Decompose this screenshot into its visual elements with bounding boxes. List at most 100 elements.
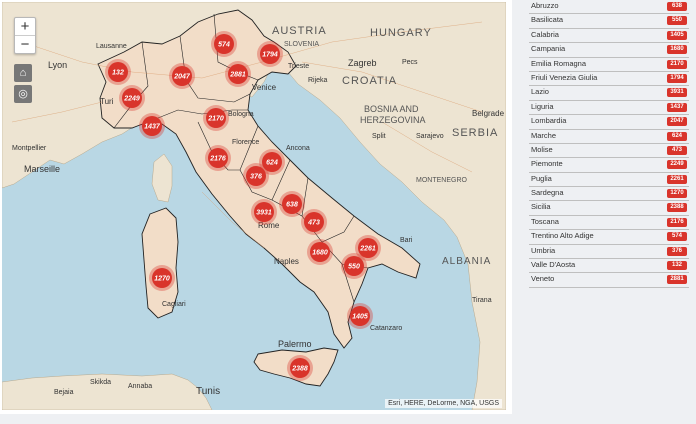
label-bejaia: Bejaia	[54, 389, 74, 396]
region-count-badge: 2881	[667, 275, 687, 285]
cluster-count: 2170	[207, 116, 224, 123]
zoom-out-button[interactable]: −	[15, 35, 35, 53]
label-serbia: SERBIA	[452, 127, 498, 139]
label-lausanne: Lausanne	[96, 43, 127, 50]
region-row[interactable]: Toscana 2176	[529, 216, 689, 231]
cluster-count: 1794	[262, 52, 278, 59]
cluster-count: 2388	[291, 366, 308, 373]
cluster-marker[interactable]: 376	[243, 163, 269, 189]
cluster-marker[interactable]: 1437	[139, 113, 165, 139]
cluster-count: 132	[112, 70, 124, 77]
map-canvas[interactable]: AUSTRIA HUNGARY SLOVENIA CROATIA BOSNIA …	[2, 2, 506, 410]
cluster-marker[interactable]: 1680	[307, 239, 333, 265]
region-row[interactable]: Molise 473	[529, 144, 689, 159]
home-icon[interactable]: ⌂	[14, 64, 32, 82]
label-annaba: Annaba	[128, 383, 152, 390]
cluster-marker[interactable]: 638	[279, 191, 305, 217]
region-row[interactable]: Abruzzo 638	[529, 0, 689, 15]
cluster-count: 2261	[359, 246, 376, 253]
region-row[interactable]: Veneto 2881	[529, 273, 689, 288]
label-belgrade: Belgrade	[472, 109, 505, 118]
region-row[interactable]: Marche 624	[529, 130, 689, 144]
region-row[interactable]: Lazio 3931	[529, 86, 689, 101]
cluster-marker[interactable]: 1794	[257, 41, 283, 67]
region-count-badge: 1680	[667, 45, 687, 55]
region-row[interactable]: Basilicata 550	[529, 14, 689, 29]
region-count-badge: 638	[667, 2, 687, 11]
cluster-marker[interactable]: 2881	[225, 61, 251, 87]
region-row[interactable]: Puglia 2261	[529, 173, 689, 188]
region-row[interactable]: Sicilia 2388	[529, 201, 689, 216]
region-row[interactable]: Friuli Venezia Giulia 1794	[529, 72, 689, 87]
region-name: Friuli Venezia Giulia	[531, 72, 598, 82]
locate-icon[interactable]: ◎	[14, 85, 32, 103]
region-row[interactable]: Valle D'Aosta 132	[529, 259, 689, 274]
label-bosnia-2: HERZEGOVINA	[360, 115, 426, 125]
region-count-badge: 1270	[667, 189, 687, 199]
cluster-marker[interactable]: 2261	[355, 235, 381, 261]
region-count-badge: 1794	[667, 73, 687, 83]
label-florence: Florence	[232, 139, 259, 146]
region-name: Basilicata	[531, 15, 564, 25]
region-row[interactable]: Emilia Romagna 2170	[529, 58, 689, 72]
region-name: Campania	[531, 44, 566, 54]
label-tirana: Tirana	[472, 297, 492, 304]
region-row[interactable]: Piemonte 2249	[529, 158, 689, 173]
region-row[interactable]: Trentino Alto Adige 574	[529, 230, 689, 245]
cluster-count: 638	[286, 202, 298, 209]
cluster-count: 574	[218, 42, 230, 49]
region-row[interactable]: Lombardia 2047	[529, 115, 689, 130]
zoom-in-button[interactable]: +	[15, 18, 35, 35]
map-container[interactable]: AUSTRIA HUNGARY SLOVENIA CROATIA BOSNIA …	[0, 0, 512, 414]
label-sarajevo: Sarajevo	[416, 133, 444, 140]
cluster-count: 2047	[173, 74, 191, 81]
cluster-marker[interactable]: 3931	[251, 199, 277, 225]
label-albania: ALBANIA	[442, 256, 491, 267]
label-austria: AUSTRIA	[272, 25, 327, 37]
region-count-badge: 3931	[667, 88, 687, 98]
cluster-marker[interactable]: 2170	[203, 105, 229, 131]
cluster-marker[interactable]: 2047	[169, 63, 195, 89]
region-name: Sardegna	[531, 188, 564, 198]
label-ancona: Ancona	[286, 145, 310, 152]
label-trieste: Trieste	[288, 63, 309, 70]
label-tunis: Tunis	[196, 386, 220, 397]
cluster-marker[interactable]: 473	[301, 209, 327, 235]
region-count-badge: 2388	[667, 203, 687, 213]
cluster-marker[interactable]: 1405	[347, 303, 373, 329]
region-name: Lombardia	[531, 116, 567, 126]
region-row[interactable]: Calabria 1405	[529, 29, 689, 44]
region-name: Toscana	[531, 216, 559, 226]
region-name: Emilia Romagna	[531, 58, 587, 68]
label-cagliari: Cagliari	[162, 301, 186, 308]
region-count-badge: 376	[667, 246, 687, 256]
cluster-marker[interactable]: 1270	[149, 265, 175, 291]
label-montpellier: Montpellier	[12, 145, 47, 152]
region-count-badge: 2261	[667, 174, 687, 184]
region-name: Marche	[531, 130, 557, 140]
label-zagreb: Zagreb	[348, 58, 377, 68]
label-bologna: Bologna	[228, 111, 254, 118]
cluster-marker[interactable]: 574	[211, 31, 237, 57]
region-count-badge: 1437	[667, 102, 687, 112]
cluster-marker[interactable]: 132	[105, 59, 131, 85]
label-catanzaro: Catanzaro	[370, 325, 402, 332]
region-count-badge: 132	[667, 261, 687, 271]
region-count-badge: 550	[667, 16, 687, 26]
region-name: Sicilia	[531, 202, 551, 212]
region-row[interactable]: Campania 1680	[529, 43, 689, 58]
cluster-count: 376	[250, 174, 262, 181]
zoom-control: + −	[14, 17, 36, 54]
region-row[interactable]: Umbria 376	[529, 245, 689, 260]
cluster-marker[interactable]: 2388	[287, 355, 313, 381]
region-name: Lazio	[531, 87, 549, 97]
region-row[interactable]: Sardegna 1270	[529, 187, 689, 202]
cluster-count: 2881	[229, 72, 246, 79]
cluster-count: 1405	[352, 314, 368, 321]
label-montenegro: MONTENEGRO	[416, 177, 468, 184]
map-attribution: Esri, HERE, DeLorme, NGA, USGS	[385, 399, 502, 408]
cluster-marker[interactable]: 2249	[119, 85, 145, 111]
region-row[interactable]: Liguria 1437	[529, 101, 689, 116]
cluster-marker[interactable]: 2176	[205, 145, 231, 171]
label-palermo: Palermo	[278, 339, 312, 349]
